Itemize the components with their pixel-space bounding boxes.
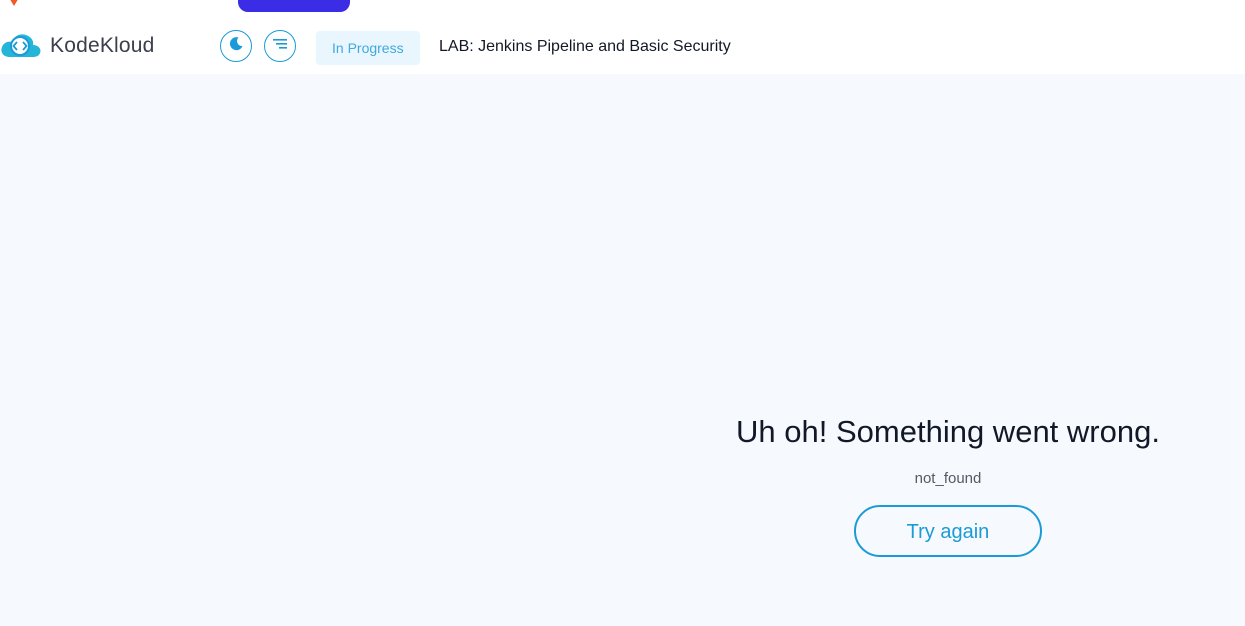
theme-toggle-button[interactable]	[220, 30, 252, 62]
browser-top-strip	[0, 0, 1245, 14]
status-badge: In Progress	[316, 31, 420, 65]
orange-bookmark-icon	[8, 0, 20, 6]
brand-logo[interactable]: KodeKloud	[0, 31, 155, 61]
brand-name: KodeKloud	[50, 34, 155, 57]
lab-title: LAB: Jenkins Pipeline and Basic Security	[439, 38, 731, 55]
app-header: KodeKloud In Progress LAB: Jenkins Pipel…	[0, 14, 1245, 74]
menu-lines-icon	[272, 37, 288, 55]
moon-icon	[228, 36, 244, 57]
error-code: not_found	[914, 470, 982, 487]
top-tab-button[interactable]	[238, 0, 350, 12]
error-panel: Uh oh! Something went wrong. not_found T…	[700, 414, 1196, 557]
kodekloud-cloud-icon	[0, 31, 42, 61]
menu-button[interactable]	[264, 30, 296, 62]
error-title: Uh oh! Something went wrong.	[736, 414, 1160, 449]
main-content: Uh oh! Something went wrong. not_found T…	[0, 74, 1245, 626]
try-again-button[interactable]: Try again	[854, 505, 1042, 557]
